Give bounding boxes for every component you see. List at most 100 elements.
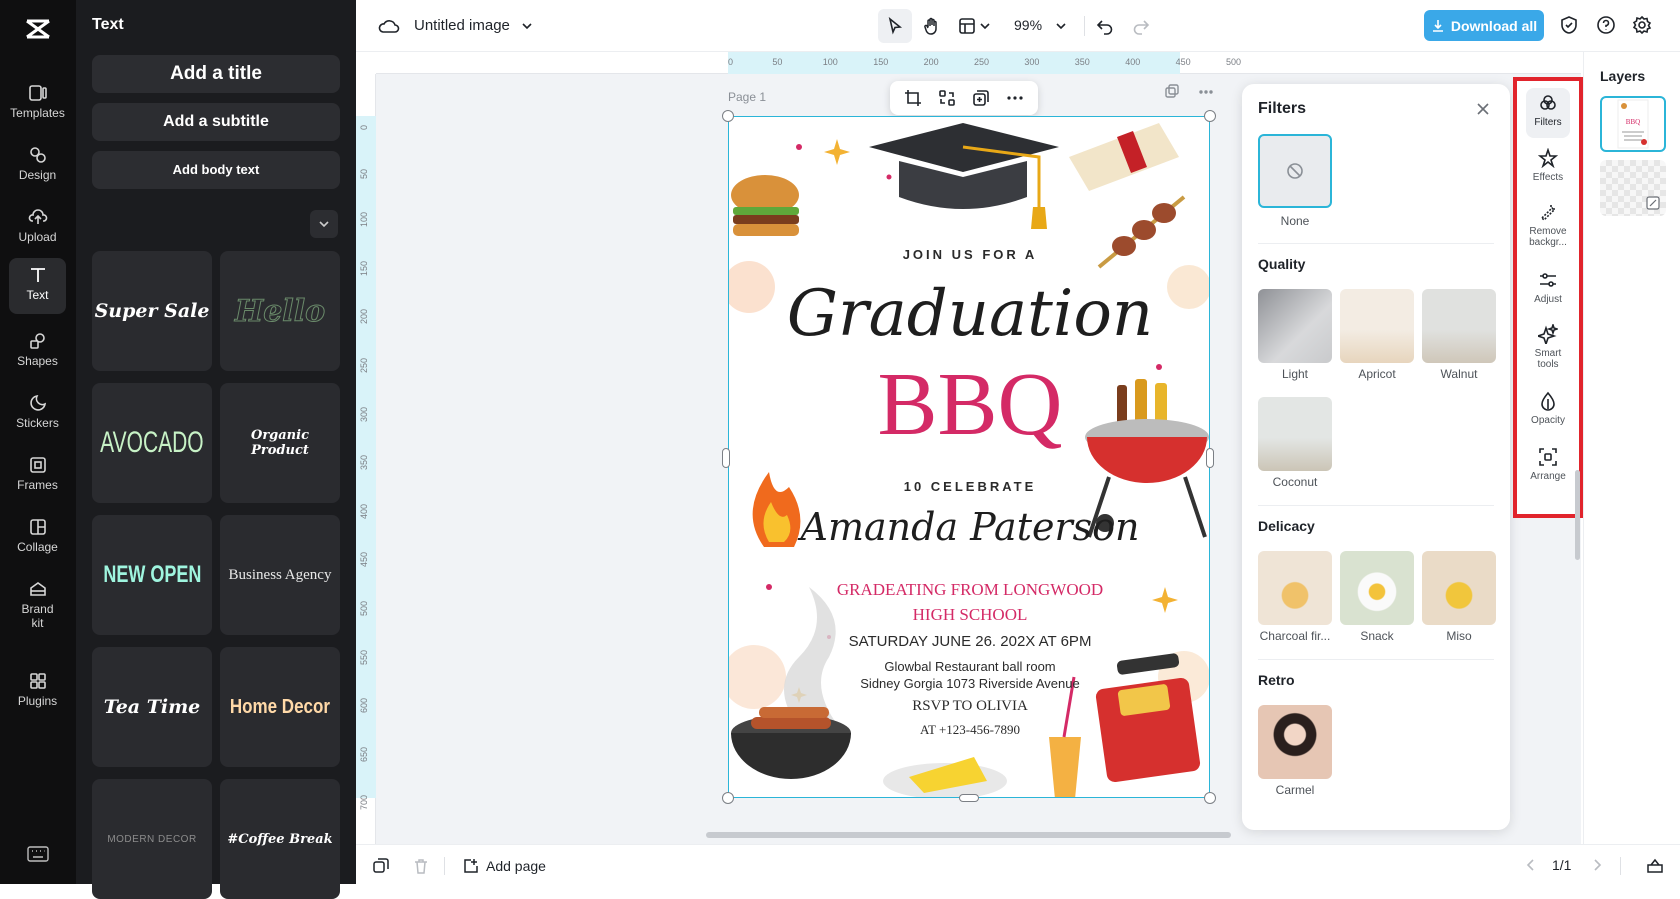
more-options-icon[interactable] <box>1006 89 1024 107</box>
redo-icon[interactable] <box>1132 17 1150 35</box>
text-preset-card[interactable]: Business Agency <box>220 515 340 635</box>
text-preset-card[interactable]: NEW OPEN <box>92 515 212 635</box>
text-preset-card[interactable]: MODERN DECOR <box>92 779 212 899</box>
rail-item-stickers[interactable]: Stickers <box>9 386 66 442</box>
resize-handle-top-left[interactable] <box>722 110 734 122</box>
tool-opacity[interactable]: Opacity <box>1526 391 1570 426</box>
tool-arrange[interactable]: Arrange <box>1526 447 1570 482</box>
filter-coconut[interactable] <box>1258 397 1332 471</box>
filter-name: Light <box>1281 367 1309 381</box>
text-preset-card[interactable]: Home Decor <box>220 647 340 767</box>
templates-icon <box>28 85 47 101</box>
invite-name-text: Amanda Paterson <box>800 505 1140 549</box>
page-label: Page 1 <box>728 90 767 104</box>
close-icon[interactable] <box>1474 100 1492 118</box>
text-preset-card[interactable]: Super Sale <box>92 251 212 371</box>
chevron-down-icon[interactable] <box>1054 19 1068 33</box>
text-preset-card[interactable]: AVOCADO <box>92 383 212 503</box>
layer-background-thumb[interactable] <box>1600 160 1666 216</box>
expand-presets-button[interactable] <box>310 210 338 238</box>
invitation-image[interactable]: JOIN US FOR A Graduation BBQ 10 CELEBRAT… <box>728 116 1210 798</box>
filter-none[interactable] <box>1258 134 1332 208</box>
crop-icon[interactable] <box>904 89 922 107</box>
ruler-tick-label: 400 <box>359 503 369 519</box>
text-preset-card[interactable]: Hello <box>220 251 340 371</box>
next-page-icon[interactable] <box>1590 858 1604 872</box>
rail-item-brand-kit[interactable]: Brand kit <box>9 572 66 638</box>
ruler-tick-label: 100 <box>822 57 838 67</box>
text-preset-card[interactable]: #Coffee Break <box>220 779 340 899</box>
cloud-save-icon[interactable] <box>378 16 400 36</box>
previous-page-icon[interactable] <box>1524 858 1538 872</box>
resize-handle-bottom[interactable] <box>959 794 979 802</box>
duplicate-icon[interactable] <box>972 89 990 107</box>
text-preset-card[interactable]: Organic Product <box>220 383 340 503</box>
text-preset-card[interactable]: Tea Time <box>92 647 212 767</box>
chevron-down-icon[interactable] <box>978 19 992 33</box>
filter-light[interactable] <box>1258 289 1332 363</box>
tool-adjust[interactable]: Adjust <box>1526 270 1570 305</box>
duplicate-page-icon[interactable] <box>372 857 390 875</box>
chevron-down-icon[interactable] <box>520 19 534 33</box>
keyboard-shortcuts-icon[interactable] <box>27 846 49 862</box>
hand-tool-icon[interactable] <box>922 16 942 36</box>
text-preset-label: Super Sale <box>94 300 210 322</box>
shield-icon[interactable] <box>1559 15 1579 35</box>
filter-apricot[interactable] <box>1340 289 1414 363</box>
filter-miso[interactable] <box>1422 551 1496 625</box>
filter-walnut[interactable] <box>1422 289 1496 363</box>
layer-invitation-thumb[interactable]: BBQ <box>1600 96 1666 152</box>
download-all-button[interactable]: Download all <box>1424 10 1544 41</box>
tool-remove-background[interactable]: Remove backgr... <box>1526 202 1570 248</box>
rail-item-design[interactable]: Design <box>9 138 66 194</box>
rail-item-collage[interactable]: Collage <box>9 510 66 566</box>
select-tool-button[interactable] <box>878 9 912 43</box>
page-manager-icon[interactable] <box>1646 857 1664 875</box>
tool-smart-tools[interactable]: Smart tools <box>1526 324 1570 370</box>
resize-handle-bottom-right[interactable] <box>1204 792 1216 804</box>
add-page-button[interactable]: Add page <box>462 855 546 877</box>
invite-venue-text: Glowbal Restaurant ball room <box>884 659 1056 674</box>
replace-icon[interactable] <box>938 89 956 107</box>
add-body-text-button[interactable]: Add body text <box>92 151 340 189</box>
resize-handle-bottom-left[interactable] <box>722 792 734 804</box>
zoom-level[interactable]: 99% <box>1014 17 1042 33</box>
resize-handle-left[interactable] <box>722 448 730 468</box>
opacity-icon <box>1541 391 1555 411</box>
rail-item-frames[interactable]: Frames <box>9 448 66 504</box>
rail-item-label: Shapes <box>17 354 58 368</box>
divider <box>1084 16 1085 36</box>
filter-carmel[interactable] <box>1258 705 1332 779</box>
filter-snack[interactable] <box>1340 551 1414 625</box>
rail-item-text[interactable]: Text <box>9 258 66 314</box>
horizontal-scrollbar[interactable] <box>706 832 1231 838</box>
text-preset-label: Hello <box>234 293 326 329</box>
design-icon <box>29 147 46 163</box>
vertical-scrollbar[interactable] <box>1575 470 1580 560</box>
help-icon[interactable] <box>1596 15 1616 35</box>
bottom-bar: Add page 1/1 <box>356 844 1680 884</box>
rail-item-label: Design <box>18 168 57 182</box>
resize-handle-top-right[interactable] <box>1204 110 1216 122</box>
invite-graduation-text: Graduation <box>786 277 1154 351</box>
page-actions-icon[interactable] <box>1164 84 1214 100</box>
add-title-button[interactable]: Add a title <box>92 55 340 93</box>
document-title[interactable]: Untitled image <box>414 17 510 34</box>
capcut-logo-icon[interactable] <box>23 14 53 44</box>
resize-handle-right[interactable] <box>1206 448 1214 468</box>
rail-item-plugins[interactable]: Plugins <box>9 664 66 720</box>
trash-icon[interactable] <box>412 857 430 875</box>
add-subtitle-button[interactable]: Add a subtitle <box>92 103 340 141</box>
rail-item-templates[interactable]: Templates <box>9 76 66 132</box>
tool-effects[interactable]: Effects <box>1526 148 1570 183</box>
filter-charcoal[interactable] <box>1258 551 1332 625</box>
filters-title: Filters <box>1258 100 1307 117</box>
tool-filters[interactable]: Filters <box>1526 88 1570 138</box>
svg-text:BBQ: BBQ <box>1626 118 1640 126</box>
image-tools-strip: Filters Effects Remove backgr... Adjust … <box>1513 77 1583 518</box>
rail-item-upload[interactable]: Upload <box>9 200 66 256</box>
undo-icon[interactable] <box>1096 17 1114 35</box>
settings-gear-icon[interactable] <box>1632 15 1652 35</box>
rail-item-shapes[interactable]: Shapes <box>9 324 66 380</box>
layout-icon[interactable] <box>958 17 976 35</box>
